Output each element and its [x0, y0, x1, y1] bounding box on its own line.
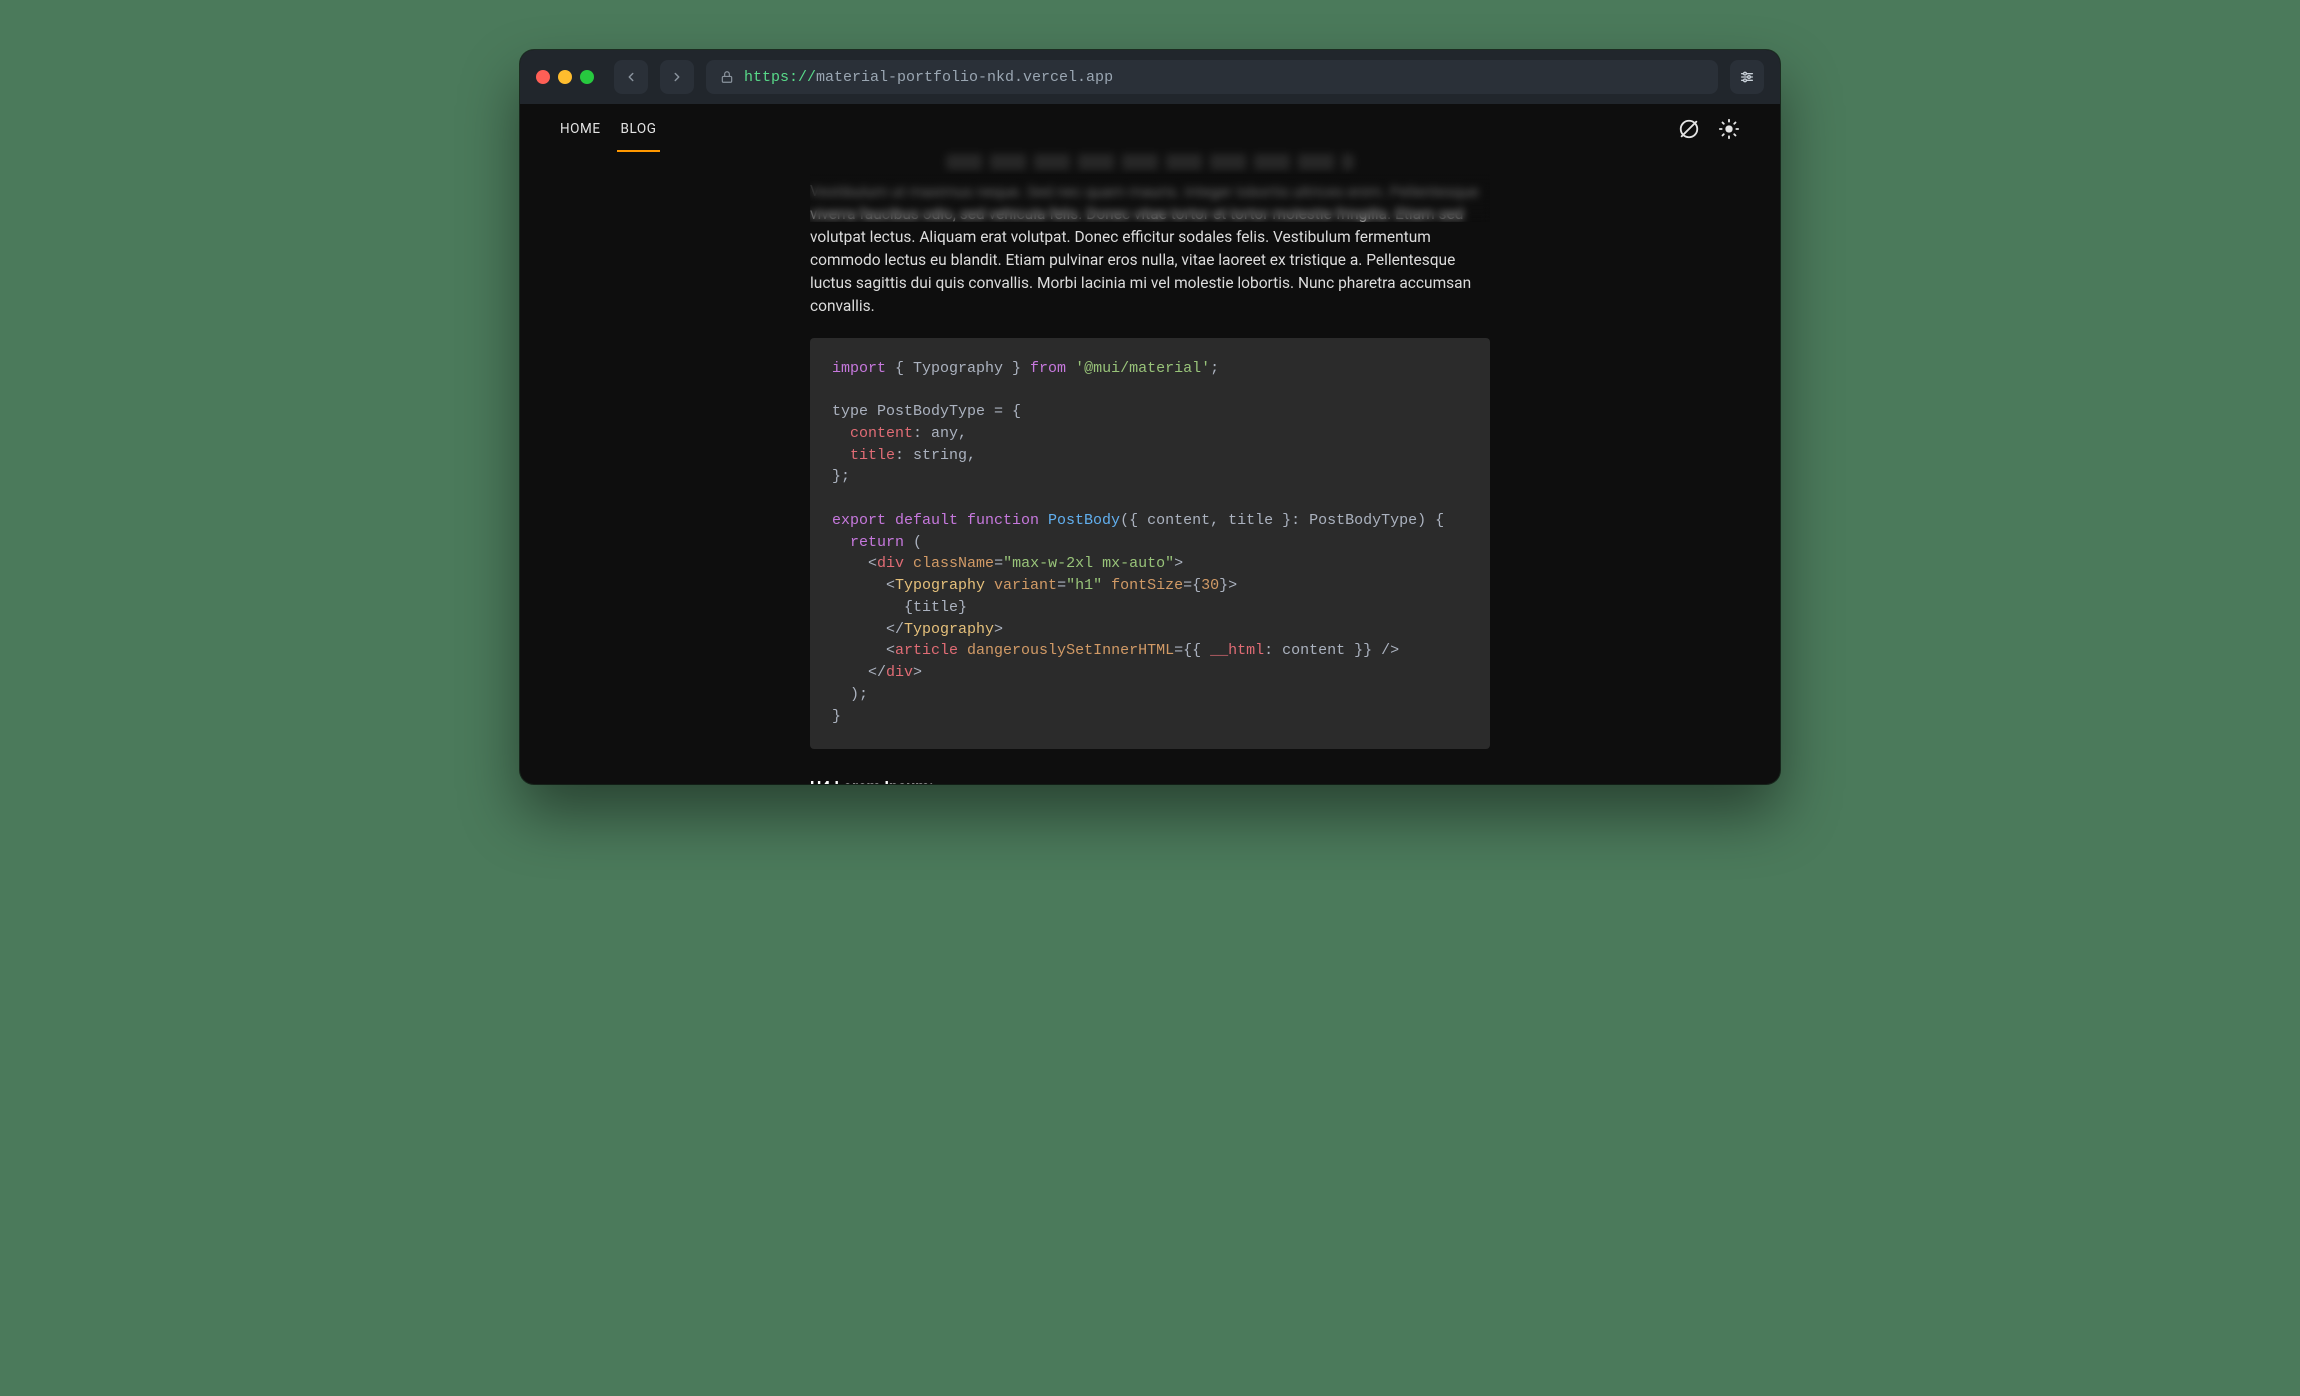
close-window-button[interactable]	[536, 70, 550, 84]
heading-h4: H4 Lorem Ipsum:	[810, 777, 1490, 784]
visibility-off-icon[interactable]	[1678, 118, 1700, 140]
blurred-text	[946, 154, 1354, 170]
browser-window: https://material-portfolio-nkd.vercel.ap…	[520, 50, 1780, 784]
nav-blog[interactable]: BLOG	[621, 107, 657, 151]
maximize-window-button[interactable]	[580, 70, 594, 84]
back-button[interactable]	[614, 60, 648, 94]
page-viewport[interactable]: HOME BLOG Vestibulum ut maximus neque. S…	[520, 104, 1780, 784]
nav-home[interactable]: HOME	[560, 107, 601, 151]
address-bar[interactable]: https://material-portfolio-nkd.vercel.ap…	[706, 60, 1718, 94]
lock-icon	[720, 70, 734, 84]
site-nav: HOME BLOG	[520, 104, 1780, 154]
traffic-lights	[536, 70, 594, 84]
code-block: import { Typography } from '@mui/materia…	[810, 338, 1490, 750]
light-mode-icon[interactable]	[1718, 118, 1740, 140]
paragraph: Vestibulum ut maximus neque. Sed nec qua…	[810, 180, 1490, 318]
url-text: https://material-portfolio-nkd.vercel.ap…	[744, 69, 1113, 86]
browser-chrome: https://material-portfolio-nkd.vercel.ap…	[520, 50, 1780, 104]
browser-settings-button[interactable]	[1730, 60, 1764, 94]
article-content: Vestibulum ut maximus neque. Sed nec qua…	[810, 154, 1490, 784]
forward-button[interactable]	[660, 60, 694, 94]
minimize-window-button[interactable]	[558, 70, 572, 84]
